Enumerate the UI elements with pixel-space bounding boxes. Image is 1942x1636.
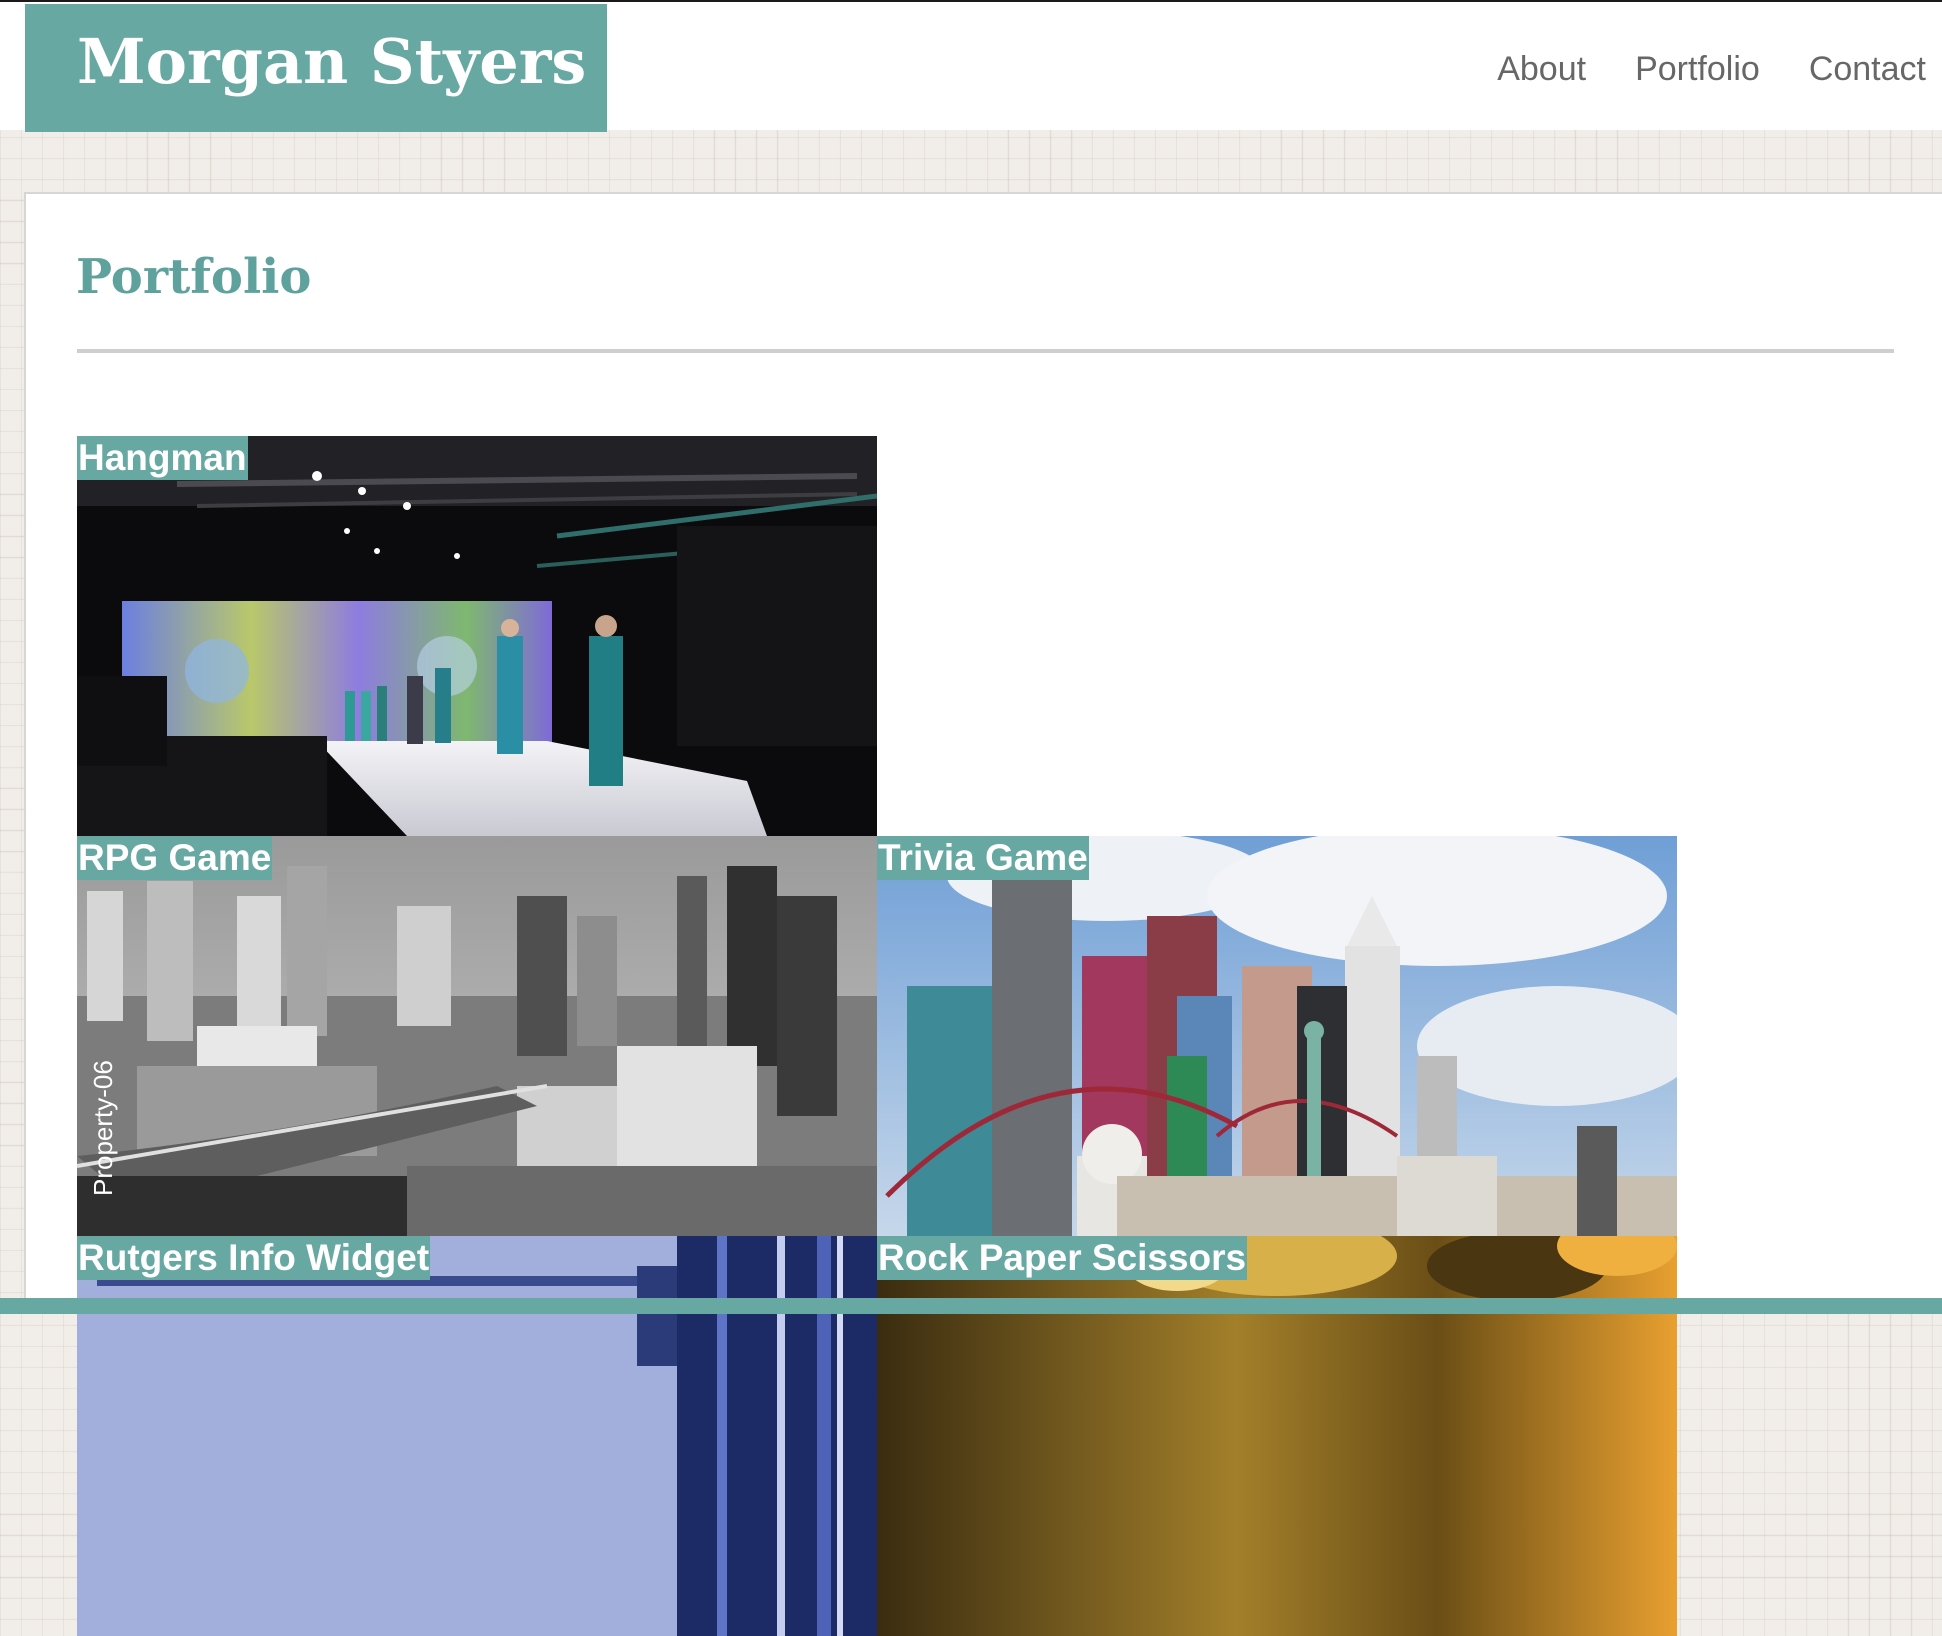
portfolio-item-label: Rock Paper Scissors [877, 1236, 1248, 1280]
nav-about-link[interactable]: About [1497, 50, 1586, 89]
portfolio-item-rutgers-info-widget[interactable]: Rutgers Info Widget [77, 1236, 877, 1636]
portfolio-item-label: RPG Game [77, 836, 273, 880]
site-header: Morgan Styers About Portfolio Contact [0, 0, 1942, 132]
photo-watermark: Property-06 [88, 1060, 118, 1196]
las-vegas-skyline-photo [877, 836, 1677, 1236]
portfolio-item-rock-paper-scissors[interactable]: Rock Paper Scissors [877, 1236, 1677, 1636]
fashion-runway-photo [77, 436, 877, 836]
portfolio-item-label: Hangman [77, 436, 248, 480]
portfolio-item-label: Rutgers Info Widget [77, 1236, 431, 1280]
portfolio-item-trivia-game[interactable]: Trivia Game [877, 836, 1677, 1236]
footer-bar [0, 1298, 1942, 1314]
blue-machinery-photo [77, 1236, 877, 1636]
gold-hands-photo [877, 1236, 1677, 1636]
portfolio-item-hangman[interactable]: Hangman [77, 436, 877, 836]
title-divider [77, 349, 1894, 353]
black-and-white-city-photo: Property-06 [77, 836, 877, 1236]
portfolio-item-label: Trivia Game [877, 836, 1089, 880]
content-panel: Portfolio Hangman Property-06 RPG Game T… [24, 192, 1942, 1636]
site-title[interactable]: Morgan Styers [25, 4, 607, 132]
portfolio-item-rpg-game[interactable]: Property-06 RPG Game [77, 836, 877, 1236]
page-title: Portfolio [76, 249, 312, 305]
nav-contact-link[interactable]: Contact [1809, 50, 1926, 89]
main-nav: About Portfolio Contact [1497, 50, 1942, 89]
nav-portfolio-link[interactable]: Portfolio [1635, 50, 1760, 89]
